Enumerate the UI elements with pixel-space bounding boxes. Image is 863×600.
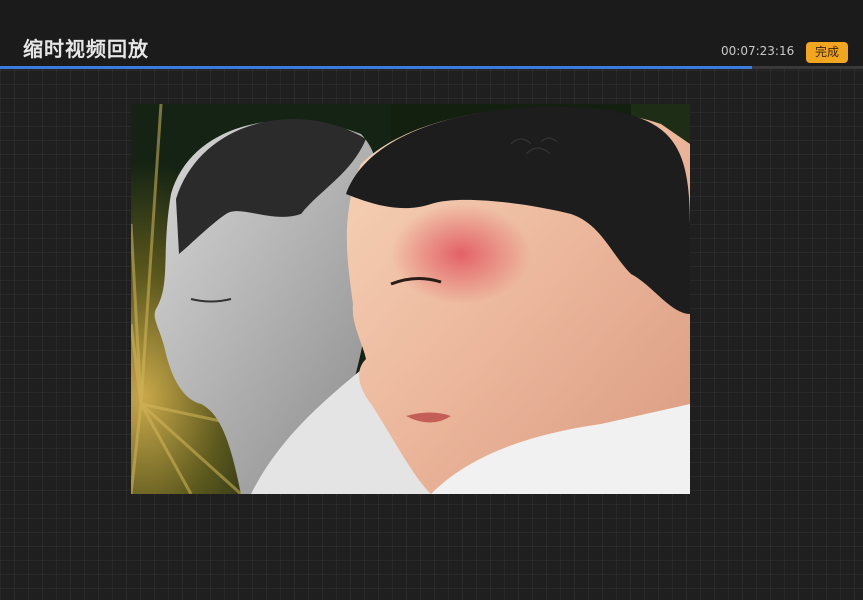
timelapse-replay-screen: 缩时视频回放 00:07:23:16 完成 bbox=[0, 0, 863, 600]
playback-timestamp: 00:07:23:16 bbox=[721, 44, 795, 58]
header-bar: 缩时视频回放 00:07:23:16 完成 bbox=[0, 0, 863, 66]
playback-progress-bar[interactable] bbox=[0, 66, 863, 69]
playback-progress-fill bbox=[0, 66, 752, 69]
page-title: 缩时视频回放 bbox=[23, 37, 149, 61]
done-button[interactable]: 完成 bbox=[806, 42, 848, 63]
painting-artwork bbox=[131, 104, 690, 494]
video-frame[interactable] bbox=[131, 104, 690, 494]
